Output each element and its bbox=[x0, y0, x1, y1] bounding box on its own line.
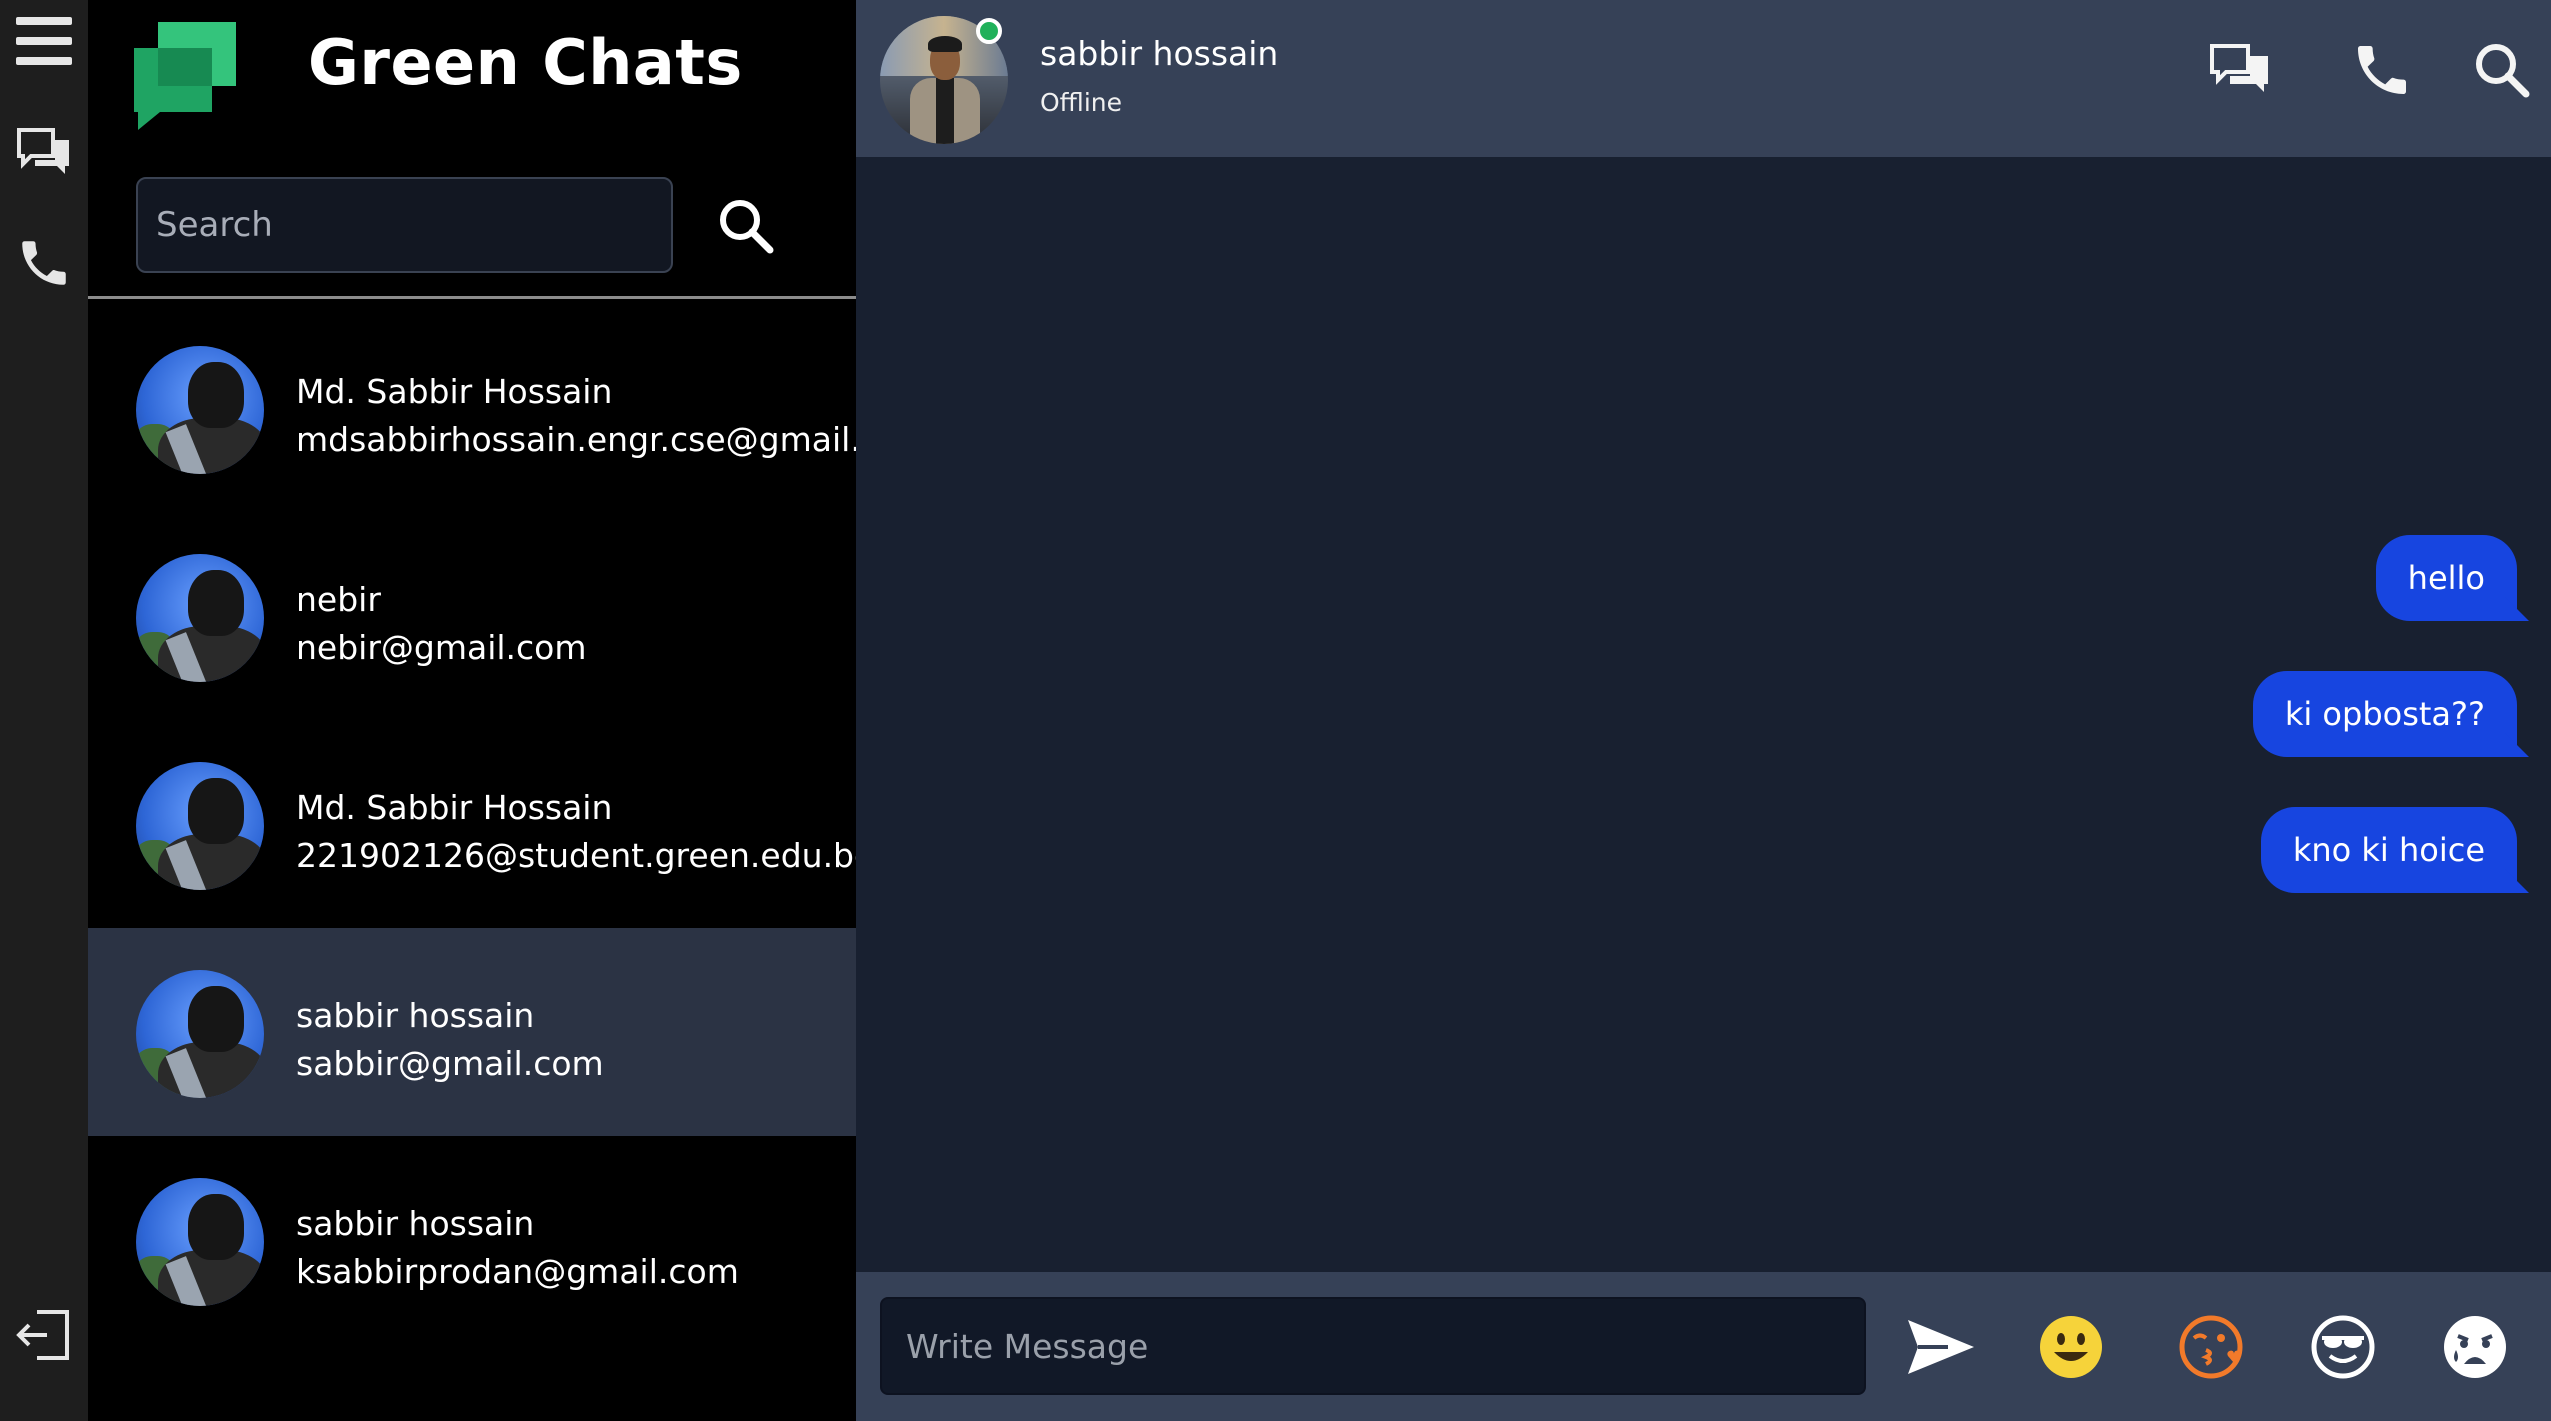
hamburger-menu-icon[interactable] bbox=[0, 14, 88, 68]
message-bubble: ki opbosta?? bbox=[2252, 671, 2529, 757]
contact-item[interactable]: Md. Sabbir Hossain 221902126@student.gre… bbox=[88, 720, 856, 928]
contact-email: ksabbirprodan@gmail.com bbox=[296, 1252, 739, 1291]
message-text: hello bbox=[2407, 559, 2485, 597]
search-icon[interactable] bbox=[716, 196, 776, 256]
message-text: kno ki hoice bbox=[2292, 831, 2485, 869]
avatar bbox=[136, 762, 264, 890]
contact-item[interactable]: Md. Sabbir Hossain mdsabbirhossain.engr.… bbox=[88, 304, 856, 512]
app-title: Green Chats bbox=[308, 26, 743, 99]
chat-header: sabbir hossain Offline bbox=[856, 0, 2551, 157]
phone-icon[interactable] bbox=[2350, 38, 2414, 102]
logout-icon[interactable] bbox=[0, 1306, 88, 1364]
avatar bbox=[136, 1178, 264, 1306]
panel-divider bbox=[88, 296, 856, 299]
contact-name: sabbir hossain bbox=[296, 996, 535, 1035]
message-bubble: kno ki hoice bbox=[2260, 807, 2529, 893]
kiss-emoji-icon[interactable] bbox=[2176, 1312, 2246, 1382]
contacts-panel: Green Chats Md. Sabbir Hossain mdsabbirh… bbox=[88, 0, 856, 1421]
phone-icon[interactable] bbox=[0, 234, 88, 292]
chat-partner-status: Offline bbox=[1040, 88, 1123, 117]
contact-name: nebir bbox=[296, 580, 381, 619]
contact-email: sabbir@gmail.com bbox=[296, 1044, 604, 1083]
chat-partner-name: sabbir hossain bbox=[1040, 34, 1279, 73]
contact-item[interactable]: sabbir hossain ksabbirprodan@gmail.com bbox=[88, 1136, 856, 1344]
green-chats-logo-icon bbox=[130, 18, 240, 130]
message-input[interactable] bbox=[880, 1297, 1866, 1395]
send-icon[interactable] bbox=[1906, 1312, 1976, 1382]
contact-item[interactable]: nebir nebir@gmail.com bbox=[88, 512, 856, 720]
smile-emoji-icon[interactable] bbox=[2036, 1312, 2106, 1382]
avatar bbox=[136, 346, 264, 474]
contact-email: nebir@gmail.com bbox=[296, 628, 587, 667]
online-status-dot bbox=[976, 18, 1002, 44]
chat-bubbles-icon[interactable] bbox=[0, 126, 88, 180]
message-bubble: hello bbox=[2375, 535, 2529, 621]
avatar bbox=[136, 554, 264, 682]
left-rail bbox=[0, 0, 88, 1421]
search-input[interactable] bbox=[136, 177, 673, 273]
chat-area: sabbir hossain Offline hello ki opbosta?… bbox=[856, 0, 2551, 1421]
cool-sunglasses-emoji-icon[interactable] bbox=[2308, 1312, 2378, 1382]
contact-email: 221902126@student.green.edu.bd bbox=[296, 836, 856, 875]
contact-email: mdsabbirhossain.engr.cse@gmail.com bbox=[296, 420, 856, 459]
contact-name: Md. Sabbir Hossain bbox=[296, 372, 613, 411]
chat-bubbles-icon[interactable] bbox=[2208, 38, 2272, 102]
contact-name: sabbir hossain bbox=[296, 1204, 535, 1243]
message-composer bbox=[856, 1272, 2551, 1421]
search-icon[interactable] bbox=[2470, 38, 2534, 102]
crying-emoji-icon[interactable] bbox=[2440, 1312, 2510, 1382]
message-text: ki opbosta?? bbox=[2284, 695, 2485, 733]
avatar bbox=[136, 970, 264, 1098]
contact-name: Md. Sabbir Hossain bbox=[296, 788, 613, 827]
contact-item-active[interactable]: sabbir hossain sabbir@gmail.com bbox=[88, 928, 856, 1136]
